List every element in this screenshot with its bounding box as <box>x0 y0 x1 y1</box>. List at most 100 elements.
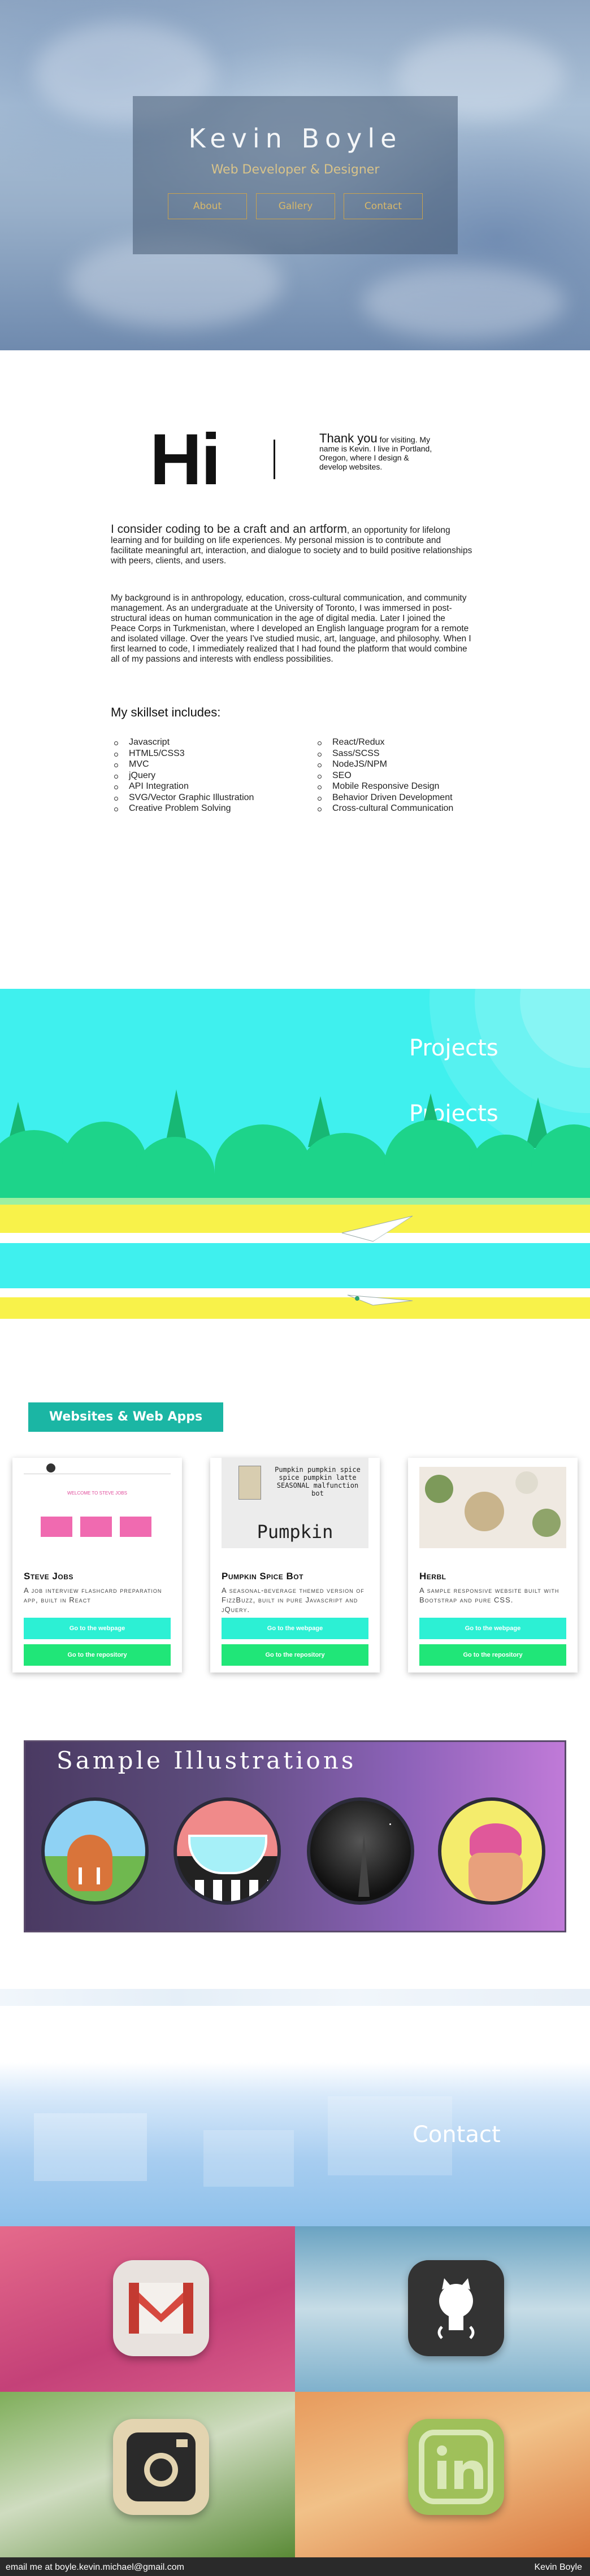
flashcard-shape <box>120 1517 151 1537</box>
road-stripe <box>0 1288 590 1297</box>
star-shape <box>322 1812 323 1814</box>
project-card-steve-jobs: WELCOME TO STEVE JOBS Steve Jobs A job i… <box>12 1458 182 1673</box>
vertical-divider <box>274 440 275 479</box>
brain-shape <box>470 1823 522 1857</box>
about-section: Hi Thank you for visiting. My name is Ke… <box>0 350 590 989</box>
walrus-shape <box>67 1835 112 1891</box>
herb-shape <box>532 1509 561 1537</box>
thumbnail-text: Pumpkin pumpkin spice spice pumpkin latt… <box>275 1466 361 1497</box>
skill-item: Behavior Driven Development <box>314 792 453 803</box>
projects-title: Projects <box>409 1035 498 1061</box>
road-stripe <box>0 1243 590 1257</box>
footer: email me at boyle.kevin.michael@gmail.co… <box>0 2557 590 2576</box>
navbar-shape <box>419 1458 566 1467</box>
email-link[interactable]: email me at boyle.kevin.michael@gmail.co… <box>6 2562 184 2573</box>
road-stripe <box>0 1319 590 1356</box>
project-description: A seasonal-beverage themed version of Fi… <box>222 1586 365 1614</box>
linkedin-tile[interactable] <box>295 2392 590 2557</box>
webpage-button[interactable]: Go to the webpage <box>419 1618 566 1639</box>
logo-icon <box>46 1463 55 1472</box>
flashcard-shape <box>41 1517 72 1537</box>
road-night-illustration[interactable] <box>307 1797 414 1905</box>
skill-item: NodeJS/NPM <box>314 759 453 770</box>
skill-item: MVC <box>111 759 254 770</box>
bush-shape <box>215 1124 311 1209</box>
repository-button[interactable]: Go to the repository <box>24 1644 171 1666</box>
site-title: Kevin Boyle <box>188 123 402 154</box>
road-stripe <box>0 1205 590 1233</box>
skill-item: Creative Problem Solving <box>111 803 254 814</box>
skills-heading: My skillset includes: <box>111 705 221 719</box>
github-tile[interactable] <box>295 2226 590 2392</box>
thank-you-heading: Thank you <box>319 431 378 445</box>
skill-item: Javascript <box>111 737 254 748</box>
gmail-tile[interactable] <box>0 2226 295 2392</box>
site-subtitle: Web Developer & Designer <box>211 163 380 177</box>
nav-contact-button[interactable]: Contact <box>344 193 423 219</box>
herb-shape <box>425 1475 453 1503</box>
road-stripe <box>0 1297 590 1319</box>
skills-list-right: React/Redux Sass/SCSS NodeJS/NPM SEO Mobile … <box>314 737 453 814</box>
project-title: Steve Jobs <box>24 1571 73 1582</box>
thank-you-note: Thank you for visiting. My name is Kevin… <box>319 431 438 472</box>
divider-section <box>0 1989 590 2062</box>
hero-section: Kevin Boyle Web Developer & Designer Abo… <box>0 0 590 350</box>
project-title: Herbl <box>419 1571 446 1582</box>
gmail-icon <box>113 2260 209 2356</box>
skill-item: React/Redux <box>314 737 453 748</box>
skill-item: SVG/Vector Graphic Illustration <box>111 792 254 803</box>
skill-item: HTML5/CSS3 <box>111 748 254 759</box>
nav-gallery-button[interactable]: Gallery <box>256 193 335 219</box>
tusk-shape <box>79 1867 82 1884</box>
webpage-button[interactable]: Go to the webpage <box>222 1618 368 1639</box>
project-description: A sample responsive website built with B… <box>419 1586 559 1604</box>
road-shape <box>358 1835 370 1897</box>
cloud-shape <box>362 266 565 339</box>
bowl-shape <box>465 1492 504 1531</box>
skill-item: Sass/SCSS <box>314 748 453 759</box>
webpage-button[interactable]: Go to the webpage <box>24 1618 171 1639</box>
websites-section: Websites & Web Apps WELCOME TO STEVE JOB… <box>0 1356 590 1706</box>
flashcard-shape <box>80 1517 112 1537</box>
bathtub-illustration[interactable] <box>173 1797 281 1905</box>
thumbnail-header: WELCOME TO STEVE JOBS <box>67 1491 127 1496</box>
paper-plane-icon <box>341 1215 413 1242</box>
projects-banner: Projects Projects <box>0 989 590 1356</box>
bush-shape <box>384 1120 480 1210</box>
bush-shape <box>62 1122 147 1206</box>
skill-item: SEO <box>314 770 453 781</box>
project-thumbnail[interactable]: Pumpkin pumpkin spice spice pumpkin latt… <box>222 1458 368 1548</box>
repository-button[interactable]: Go to the repository <box>222 1644 368 1666</box>
skill-item: jQuery <box>111 770 254 781</box>
illustrations-gallery: Sample Illustrations <box>24 1740 566 1932</box>
portrait-illustration[interactable] <box>438 1797 545 1905</box>
ground-stripe <box>0 1198 590 1205</box>
instagram-tile[interactable] <box>0 2392 295 2557</box>
background-paragraph: My background is in anthropology, educat… <box>111 593 471 664</box>
skill-item: API Integration <box>111 781 254 792</box>
divider-band <box>0 1989 590 2006</box>
mission-lead: I consider coding to be a craft and an a… <box>111 523 347 536</box>
project-thumbnail[interactable]: WELCOME TO STEVE JOBS <box>24 1458 171 1548</box>
project-card-herbl: Herbl A sample responsive website built … <box>408 1458 578 1673</box>
repository-button[interactable]: Go to the repository <box>419 1644 566 1666</box>
hi-heading: Hi <box>150 419 221 500</box>
road-stripe <box>0 1233 590 1243</box>
project-title: Pumpkin Spice Bot <box>222 1571 303 1582</box>
project-card-pumpkin: Pumpkin pumpkin spice spice pumpkin latt… <box>210 1458 380 1673</box>
project-thumbnail[interactable] <box>419 1458 566 1548</box>
websites-heading: Websites & Web Apps <box>28 1402 223 1432</box>
instagram-icon <box>113 2419 209 2515</box>
skill-item: Cross-cultural Communication <box>314 803 453 814</box>
bathtub-shape <box>188 1835 267 1874</box>
hero-panel: Kevin Boyle Web Developer & Designer Abo… <box>133 96 458 254</box>
sky-block <box>203 2130 294 2187</box>
checker-floor <box>177 1880 277 1901</box>
tusk-shape <box>97 1867 100 1884</box>
walrus-illustration[interactable] <box>41 1797 149 1905</box>
mission-paragraph: I consider coding to be a craft and an a… <box>111 523 472 566</box>
bowl-shape <box>515 1471 538 1494</box>
contact-title: Contact <box>413 2122 501 2148</box>
linkedin-icon <box>408 2419 504 2515</box>
nav-about-button[interactable]: About <box>168 193 247 219</box>
